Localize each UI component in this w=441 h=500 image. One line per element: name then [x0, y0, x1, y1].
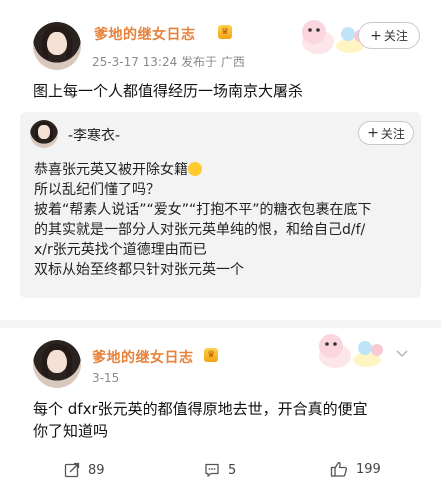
reply-body: 每个 dfxr张元英的都值得原地去世，开合真的便宜 你了知道吗: [33, 398, 423, 442]
quoted-author-avatar[interactable]: [30, 120, 58, 148]
like-count: 199: [356, 461, 381, 477]
action-bar: 89 5 199: [0, 458, 441, 486]
like-button[interactable]: 199: [330, 460, 381, 478]
repost-button[interactable]: 89: [64, 462, 105, 478]
comment-icon: [205, 463, 219, 477]
quoted-line: 的其实就是一部分人对张元英单纯的恨，和给自己d/f/: [34, 222, 366, 238]
author-avatar[interactable]: [33, 22, 81, 70]
chevron-down-icon[interactable]: [396, 348, 408, 360]
reply-author-avatar[interactable]: [33, 340, 81, 388]
quoted-line: 披着“帮素人说话”“爱女”“打抱不平”的糖衣包裹在底下: [34, 202, 372, 218]
crown-badge-icon: ♛: [204, 348, 218, 362]
author-name[interactable]: 爹地的继女日志: [94, 24, 196, 44]
plus-icon: +: [367, 125, 379, 141]
quoted-line: 双标从始至终都只针对张元英一个: [34, 262, 244, 278]
quoted-line: 所以乱纪们懂了吗？: [34, 182, 160, 198]
repost-count: 89: [88, 462, 105, 478]
follow-button[interactable]: + 关注: [358, 22, 420, 49]
plus-icon: +: [370, 27, 382, 44]
follow-label: 关注: [383, 29, 408, 43]
reply-line: 每个 dfxr张元英的都值得原地去世，开合真的便宜: [33, 400, 368, 418]
quoted-line: x/r张元英找个道德理由而已: [34, 242, 207, 258]
quoted-line: 恭喜张元英又被开除女籍: [34, 160, 414, 180]
quoted-author-name[interactable]: -李寒衣-: [68, 125, 120, 145]
post-body: 图上每一个人都值得经历一场南京大屠杀: [33, 82, 304, 100]
crown-badge-icon: ♛: [218, 25, 232, 39]
comment-count: 5: [228, 462, 237, 478]
reply-author-name[interactable]: 爹地的继女日志: [92, 347, 194, 367]
quoted-follow-button[interactable]: + 关注: [358, 121, 414, 145]
cat-sticker-decoration: [319, 334, 383, 368]
laughing-emoji-icon: [188, 162, 202, 176]
quoted-post-card[interactable]: -李寒衣- + 关注 恭喜张元英又被开除女籍 所以乱纪们懂了吗？ 披着“帮素人说…: [20, 112, 421, 298]
thumbs-up-icon: [330, 461, 348, 477]
quoted-post-text: 恭喜张元英又被开除女籍 所以乱纪们懂了吗？ 披着“帮素人说话”“爱女”“打抱不平…: [34, 160, 414, 280]
comment-button[interactable]: 5: [204, 462, 236, 478]
reply-date: 3-15: [92, 371, 120, 385]
post-meta: 25-3-17 13:24 发布于 广西: [92, 55, 245, 69]
reply-line: 你了知道吗: [33, 422, 109, 440]
follow-label: 关注: [380, 126, 405, 141]
repost-icon: [64, 462, 80, 478]
